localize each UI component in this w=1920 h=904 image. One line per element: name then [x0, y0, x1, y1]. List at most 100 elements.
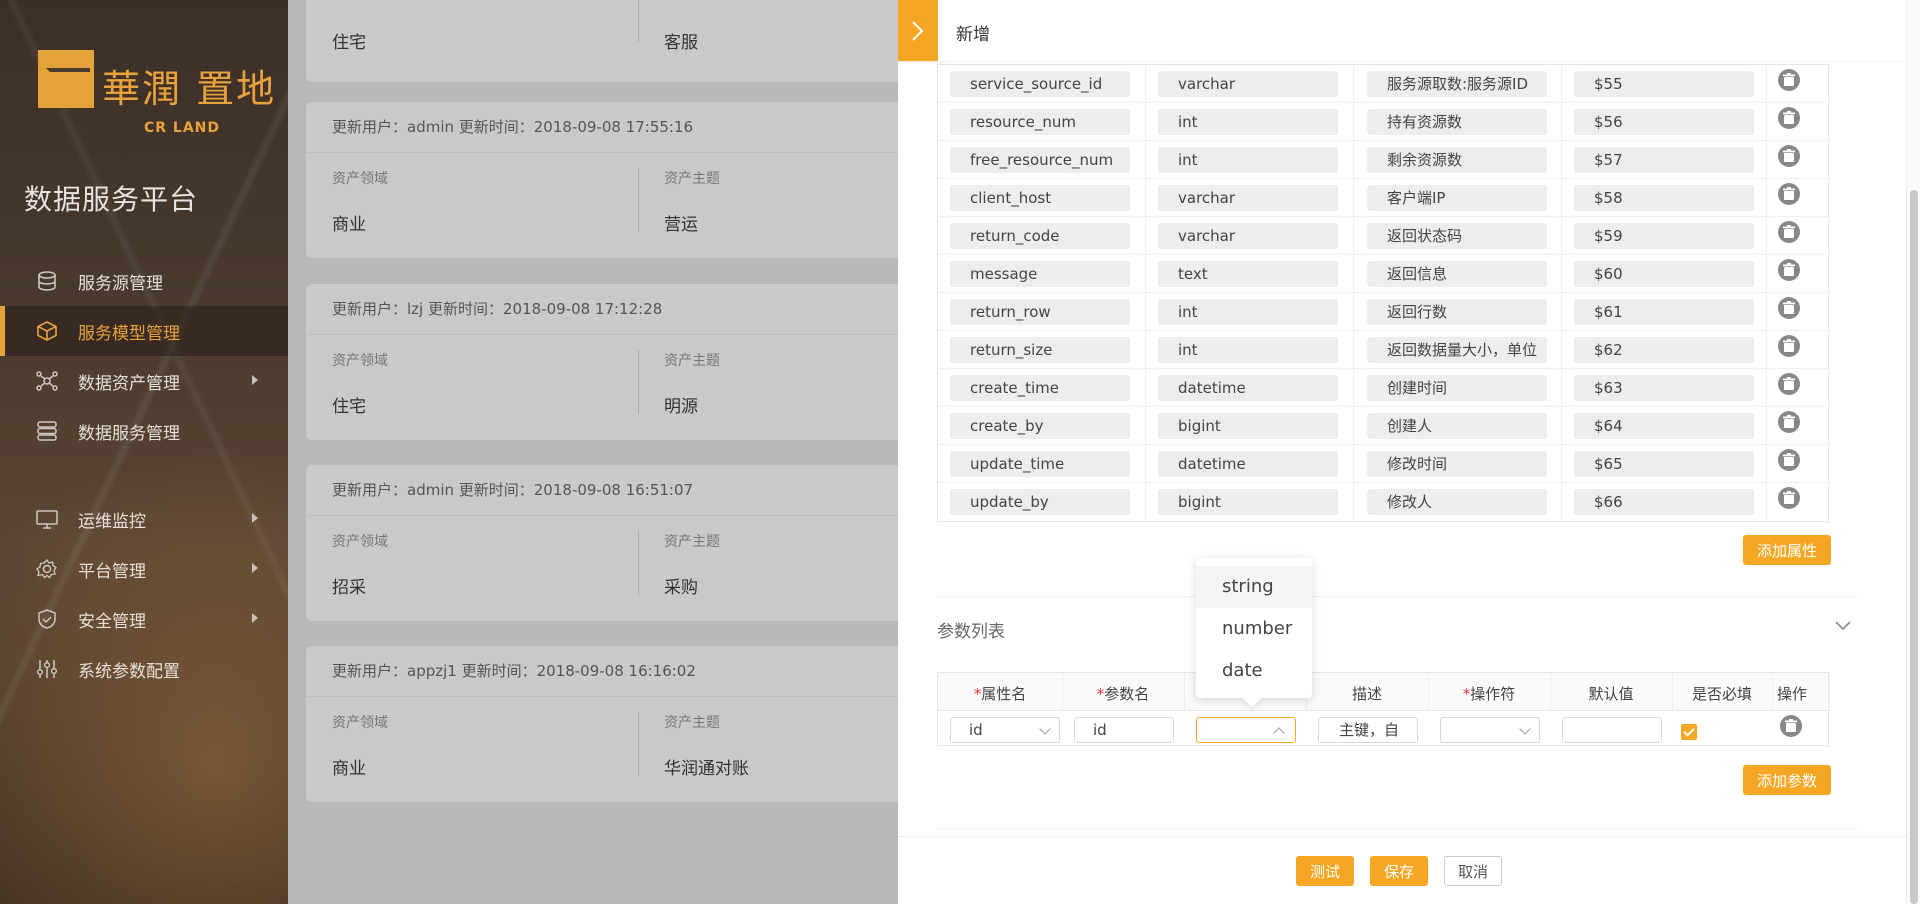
- sidebar-item-label: 系统参数配置: [78, 661, 180, 682]
- model-card[interactable]: 更新用户：appzj1 更新时间：2018-09-08 16:16:02 资产领…: [306, 646, 898, 802]
- attr-desc-field[interactable]: 持有资源数: [1367, 109, 1547, 135]
- delete-icon[interactable]: [1776, 485, 1802, 511]
- delete-icon[interactable]: [1776, 143, 1802, 169]
- attr-name-field[interactable]: free_resource_num: [950, 147, 1130, 173]
- attr-desc-field[interactable]: 返回状态码: [1367, 223, 1547, 249]
- add-attribute-button[interactable]: 添加属性: [1743, 535, 1831, 565]
- attr-var-field[interactable]: $57: [1574, 147, 1754, 173]
- sidebar-item-service-model[interactable]: 服务模型管理: [0, 306, 288, 356]
- sidebar-item-ops-monitor[interactable]: 运维监控: [0, 494, 288, 544]
- attr-var-field[interactable]: $62: [1574, 337, 1754, 363]
- delete-icon[interactable]: [1776, 447, 1802, 473]
- attr-desc-field[interactable]: 修改时间: [1367, 451, 1547, 477]
- attr-type-field[interactable]: datetime: [1158, 451, 1338, 477]
- attr-name-field[interactable]: message: [950, 261, 1130, 287]
- attr-var-field[interactable]: $66: [1574, 489, 1754, 515]
- sidebar-item-data-asset[interactable]: 数据资产管理: [0, 356, 288, 406]
- sidebar-item-security[interactable]: 安全管理: [0, 594, 288, 644]
- attr-desc-field[interactable]: 服务源取数:服务源ID: [1367, 71, 1547, 97]
- attr-desc-field[interactable]: 客户端IP: [1367, 185, 1547, 211]
- delete-icon[interactable]: [1776, 257, 1802, 283]
- attr-desc-field[interactable]: 创建人: [1367, 413, 1547, 439]
- chevron-down-icon[interactable]: [1834, 619, 1852, 631]
- attr-var-field[interactable]: $64: [1574, 413, 1754, 439]
- delete-icon[interactable]: [1776, 105, 1802, 131]
- model-card[interactable]: 更新用户：lzj 更新时间：2018-09-08 17:12:28 资产领域 资…: [306, 284, 898, 440]
- scrollbar[interactable]: [1906, 0, 1920, 904]
- delete-icon[interactable]: [1778, 713, 1804, 739]
- save-button[interactable]: 保存: [1370, 856, 1428, 886]
- attr-name-field[interactable]: resource_num: [950, 109, 1130, 135]
- param-desc-input[interactable]: 主键，自: [1318, 717, 1418, 743]
- attr-name-field[interactable]: update_time: [950, 451, 1130, 477]
- dropdown-option-number[interactable]: number: [1196, 608, 1312, 650]
- param-type-select[interactable]: [1196, 717, 1296, 743]
- attr-type-field[interactable]: bigint: [1158, 489, 1338, 515]
- param-required-checkbox[interactable]: [1681, 724, 1697, 740]
- attr-name-field[interactable]: return_size: [950, 337, 1130, 363]
- delete-icon[interactable]: [1776, 333, 1802, 359]
- delete-icon[interactable]: [1776, 295, 1802, 321]
- param-operator-select[interactable]: [1440, 717, 1540, 743]
- dropdown-option-string[interactable]: string: [1196, 566, 1312, 608]
- delete-icon[interactable]: [1776, 371, 1802, 397]
- attr-name-field[interactable]: client_host: [950, 185, 1130, 211]
- attr-type-field[interactable]: datetime: [1158, 375, 1338, 401]
- attr-var-field[interactable]: $56: [1574, 109, 1754, 135]
- attr-desc-field[interactable]: 创建时间: [1367, 375, 1547, 401]
- attr-type-field[interactable]: varchar: [1158, 185, 1338, 211]
- attr-var-field[interactable]: $58: [1574, 185, 1754, 211]
- attr-name-field[interactable]: update_by: [950, 489, 1130, 515]
- sidebar-item-data-service[interactable]: 数据服务管理: [0, 406, 288, 456]
- attr-var-field[interactable]: $61: [1574, 299, 1754, 325]
- attr-var-field[interactable]: $63: [1574, 375, 1754, 401]
- attr-var-field[interactable]: $60: [1574, 261, 1754, 287]
- param-name-input[interactable]: id: [1074, 717, 1174, 743]
- attr-type-field[interactable]: int: [1158, 337, 1338, 363]
- attr-type-field[interactable]: int: [1158, 147, 1338, 173]
- test-button[interactable]: 测试: [1296, 856, 1354, 886]
- add-param-button[interactable]: 添加参数: [1743, 765, 1831, 795]
- attr-type-field[interactable]: varchar: [1158, 223, 1338, 249]
- attr-desc-field[interactable]: 返回数据量大小，单位: [1367, 337, 1547, 363]
- attr-type-field[interactable]: bigint: [1158, 413, 1338, 439]
- delete-icon[interactable]: [1776, 409, 1802, 435]
- attr-name-field[interactable]: return_code: [950, 223, 1130, 249]
- attr-name-field[interactable]: create_by: [950, 413, 1130, 439]
- attr-desc-field[interactable]: 返回信息: [1367, 261, 1547, 287]
- column-header-required: 是否必填: [1691, 685, 1752, 703]
- dropdown-option-date[interactable]: date: [1196, 650, 1312, 692]
- collapse-drawer-button[interactable]: [898, 0, 938, 61]
- attr-var-field[interactable]: $59: [1574, 223, 1754, 249]
- attr-name-field[interactable]: service_source_id: [950, 71, 1130, 97]
- table-row: return_code varchar 返回状态码 $59: [938, 217, 1828, 255]
- attr-var-field[interactable]: $55: [1574, 71, 1754, 97]
- delete-icon[interactable]: [1776, 181, 1802, 207]
- sidebar-item-service-source[interactable]: 服务源管理: [0, 256, 288, 306]
- model-card[interactable]: 更新用户：admin 更新时间：2018-09-08 16:51:07 资产领域…: [306, 465, 898, 621]
- column-header-default: 默认值: [1588, 685, 1634, 703]
- model-card[interactable]: 住宅 客服: [306, 0, 898, 82]
- sidebar-item-label: 数据资产管理: [78, 373, 180, 394]
- attr-desc-field[interactable]: 修改人: [1367, 489, 1547, 515]
- param-default-input[interactable]: [1562, 717, 1662, 743]
- sidebar-item-sys-params[interactable]: 系统参数配置: [0, 644, 288, 694]
- delete-icon[interactable]: [1776, 219, 1802, 245]
- attr-desc-field[interactable]: 剩余资源数: [1367, 147, 1547, 173]
- attr-type-field[interactable]: int: [1158, 109, 1338, 135]
- param-attr-select[interactable]: id: [950, 717, 1060, 743]
- logo-subtext: CR LAND: [144, 120, 221, 136]
- attr-var-field[interactable]: $65: [1574, 451, 1754, 477]
- attr-name-field[interactable]: create_time: [950, 375, 1130, 401]
- scrollbar-thumb[interactable]: [1910, 190, 1918, 904]
- attr-type-field[interactable]: int: [1158, 299, 1338, 325]
- attr-type-field[interactable]: text: [1158, 261, 1338, 287]
- card-topic-value: 营运: [664, 215, 698, 235]
- delete-icon[interactable]: [1776, 67, 1802, 93]
- sidebar-item-platform[interactable]: 平台管理: [0, 544, 288, 594]
- attr-name-field[interactable]: return_row: [950, 299, 1130, 325]
- attr-type-field[interactable]: varchar: [1158, 71, 1338, 97]
- attr-desc-field[interactable]: 返回行数: [1367, 299, 1547, 325]
- cancel-button[interactable]: 取消: [1444, 856, 1502, 886]
- model-card[interactable]: 更新用户：admin 更新时间：2018-09-08 17:55:16 资产领域…: [306, 102, 898, 258]
